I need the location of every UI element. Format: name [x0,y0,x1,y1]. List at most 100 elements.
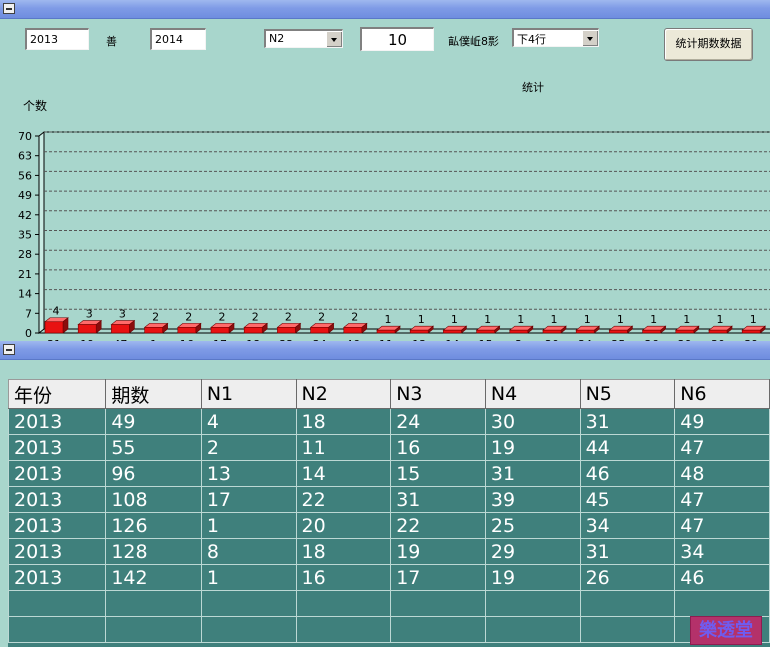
empty-cell[interactable] [200,590,297,617]
table-cell[interactable]: 39 [484,486,581,513]
table-cell[interactable]: 22 [390,512,486,539]
column-select[interactable]: N2 [264,29,343,48]
column-header[interactable]: 期数 [105,379,202,409]
table-cell[interactable]: 11 [295,434,392,461]
table-cell[interactable]: 46 [674,564,770,591]
table-cell[interactable]: 44 [579,434,676,461]
table-cell[interactable]: 25 [484,512,581,539]
empty-cell[interactable] [484,590,581,617]
table-cell[interactable]: 22 [295,486,392,513]
empty-row[interactable] [8,616,770,643]
system-menu-icon[interactable] [3,344,15,355]
empty-row[interactable] [8,590,770,617]
results-table-area[interactable]: 年份 期数 N1 N2 N3 N4 N5 N6 2013 49 4 18 24 30 31 49 2013 55… [8,379,770,647]
table-cell[interactable]: 1 [200,564,297,591]
column-header[interactable]: N1 [200,379,297,409]
table-cell[interactable]: 2013 [8,408,107,435]
empty-cell[interactable] [105,590,202,617]
table-cell[interactable]: 47 [674,512,770,539]
table-cell[interactable]: 49 [105,408,202,435]
table-cell[interactable]: 29 [484,538,581,565]
table-cell[interactable]: 30 [484,408,581,435]
empty-cell[interactable] [390,616,486,643]
chevron-down-icon[interactable] [326,31,342,47]
table-row[interactable]: 2013 96 13 14 15 31 46 48 [8,460,770,487]
system-menu-icon[interactable] [3,3,15,14]
table-cell[interactable]: 45 [579,486,676,513]
empty-cell[interactable] [295,590,392,617]
rows-select[interactable]: 下4行 [512,28,599,47]
count-input[interactable]: 10 [360,27,434,51]
table-cell[interactable]: 34 [674,538,770,565]
table-cell[interactable]: 2013 [8,538,107,565]
empty-cell[interactable] [390,590,486,617]
table-cell[interactable]: 1 [200,512,297,539]
table-cell[interactable]: 31 [579,538,676,565]
table-cell[interactable]: 2013 [8,460,107,487]
table-cell[interactable]: 17 [200,486,297,513]
column-header[interactable]: N6 [674,379,770,409]
table-cell[interactable]: 2 [200,434,297,461]
table-row[interactable]: 2013 55 2 11 16 19 44 47 [8,434,770,461]
table-cell[interactable]: 26 [579,564,676,591]
table-cell[interactable]: 47 [674,434,770,461]
table-cell[interactable]: 128 [105,538,202,565]
table-row[interactable]: 2013 126 1 20 22 25 34 47 [8,512,770,539]
table-cell[interactable]: 31 [484,460,581,487]
table-row[interactable]: 2013 128 8 18 19 29 31 34 [8,538,770,565]
empty-cell[interactable] [579,616,676,643]
table-cell[interactable]: 18 [295,538,392,565]
table-row[interactable]: 2013 142 1 16 17 19 26 46 [8,564,770,591]
table-cell[interactable]: 46 [579,460,676,487]
start-year-input[interactable]: 2013 [25,28,89,50]
table-cell[interactable]: 142 [105,564,202,591]
table-cell[interactable]: 13 [200,460,297,487]
stats-button[interactable]: 统计期数数据 [664,28,753,61]
column-header[interactable]: 年份 [8,379,107,409]
empty-cell[interactable] [105,616,202,643]
empty-cell[interactable] [200,616,297,643]
table-cell[interactable]: 48 [674,460,770,487]
table-cell[interactable]: 16 [295,564,392,591]
table-row[interactable]: 2013 108 17 22 31 39 45 47 [8,486,770,513]
table-cell[interactable]: 4 [200,408,297,435]
column-header[interactable]: N4 [484,379,581,409]
column-header[interactable]: N3 [390,379,486,409]
table-cell[interactable]: 19 [484,564,581,591]
table-row[interactable]: 2013 49 4 18 24 30 31 49 [8,408,770,435]
bar-data-label: 2 [185,310,192,323]
empty-cell[interactable] [674,590,770,617]
table-cell[interactable]: 15 [390,460,486,487]
table-cell[interactable]: 96 [105,460,202,487]
table-cell[interactable]: 108 [105,486,202,513]
table-cell[interactable]: 19 [390,538,486,565]
empty-cell[interactable] [484,616,581,643]
column-header[interactable]: N5 [579,379,676,409]
table-cell[interactable]: 24 [390,408,486,435]
table-cell[interactable]: 55 [105,434,202,461]
table-cell[interactable]: 20 [295,512,392,539]
table-cell[interactable]: 17 [390,564,486,591]
chevron-down-icon[interactable] [582,30,598,46]
table-cell[interactable]: 2013 [8,512,107,539]
table-cell[interactable]: 2013 [8,486,107,513]
column-header[interactable]: N2 [295,379,392,409]
table-cell[interactable]: 18 [295,408,392,435]
empty-cell[interactable] [295,616,392,643]
table-cell[interactable]: 2013 [8,564,107,591]
table-cell[interactable]: 34 [579,512,676,539]
table-cell[interactable]: 2013 [8,434,107,461]
table-cell[interactable]: 31 [390,486,486,513]
table-cell[interactable]: 14 [295,460,392,487]
table-cell[interactable]: 31 [579,408,676,435]
empty-cell[interactable] [579,590,676,617]
table-cell[interactable]: 19 [484,434,581,461]
empty-cell[interactable] [8,616,107,643]
table-cell[interactable]: 47 [674,486,770,513]
empty-cell[interactable] [8,590,107,617]
table-cell[interactable]: 16 [390,434,486,461]
table-cell[interactable]: 49 [674,408,770,435]
table-cell[interactable]: 8 [200,538,297,565]
table-cell[interactable]: 126 [105,512,202,539]
end-year-input[interactable]: 2014 [150,28,206,50]
